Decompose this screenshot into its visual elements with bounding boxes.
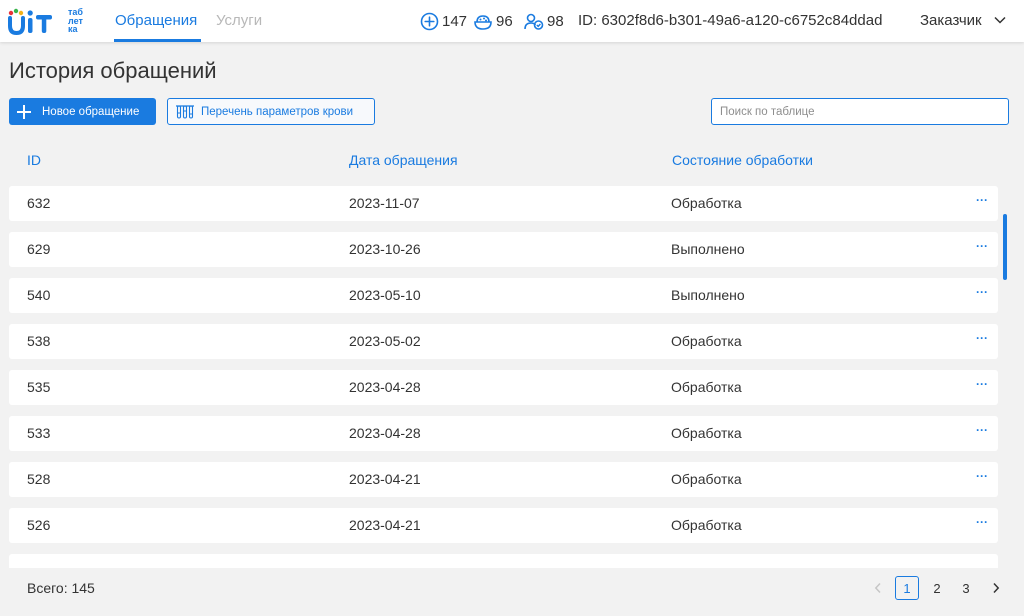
column-header-id[interactable]: ID — [27, 152, 41, 169]
table-row[interactable]: 538 2023-05-02 Обработка ··· — [9, 324, 998, 359]
row-menu-icon[interactable]: ··· — [976, 516, 988, 530]
table-row[interactable] — [9, 554, 998, 568]
cell-id: 538 — [27, 333, 51, 349]
row-menu-icon[interactable]: ··· — [976, 194, 988, 208]
table-row[interactable]: 629 2023-10-26 Выполнено ··· — [9, 232, 998, 267]
table-row[interactable]: 533 2023-04-28 Обработка ··· — [9, 416, 998, 451]
row-menu-icon[interactable]: ··· — [976, 378, 988, 392]
page-button-1[interactable]: 1 — [895, 576, 919, 600]
cell-status: Обработка — [671, 333, 742, 349]
cell-date: 2023-04-21 — [349, 471, 421, 487]
table-scrollbar[interactable] — [1003, 214, 1007, 280]
row-menu-icon[interactable]: ··· — [976, 286, 988, 300]
table-row[interactable]: 632 2023-11-07 Обработка ··· — [9, 186, 998, 221]
table-row[interactable]: 526 2023-04-21 Обработка ··· — [9, 508, 998, 543]
blood-params-label: Перечень параметров крови — [201, 105, 354, 118]
blood-params-button[interactable]: Перечень параметров крови — [167, 98, 375, 125]
test-tubes-icon — [176, 104, 194, 119]
stat-value: 96 — [496, 12, 513, 30]
new-request-label: Новое обращение — [42, 105, 140, 118]
cell-status: Обработка — [671, 517, 742, 533]
cell-date: 2023-05-10 — [349, 287, 421, 303]
cell-id: 535 — [27, 379, 51, 395]
column-header-date[interactable]: Дата обращения — [349, 152, 458, 169]
cell-id: 540 — [27, 287, 51, 303]
cell-status: Обработка — [671, 379, 742, 395]
cell-id: 533 — [27, 425, 51, 441]
table-row[interactable]: 528 2023-04-21 Обработка ··· — [9, 462, 998, 497]
cell-date: 2023-05-02 — [349, 333, 421, 349]
logo-line: ка — [68, 24, 78, 34]
stat-users: 98 — [524, 10, 564, 32]
requests-table-body: 632 2023-11-07 Обработка ··· 629 2023-10… — [9, 186, 999, 568]
column-header-status[interactable]: Состояние обработки — [672, 152, 813, 169]
row-menu-icon[interactable]: ··· — [976, 240, 988, 254]
chevron-right-icon — [993, 582, 1000, 594]
table-search[interactable] — [711, 98, 1009, 125]
chevron-left-icon — [874, 582, 881, 594]
stat-value: 98 — [547, 12, 564, 30]
cell-status: Выполнено — [671, 241, 745, 257]
table-row[interactable]: 540 2023-05-10 Выполнено ··· — [9, 278, 998, 313]
page-button-2[interactable]: 2 — [926, 576, 948, 600]
cell-status: Выполнено — [671, 287, 745, 303]
cell-id: 629 — [27, 241, 51, 257]
cell-status: Обработка — [671, 471, 742, 487]
chevron-down-icon[interactable] — [994, 15, 1006, 25]
cell-date: 2023-11-07 — [349, 195, 420, 211]
users-badge-icon — [524, 13, 544, 30]
role-selector[interactable]: Заказчик — [920, 12, 982, 30]
stat-value: 147 — [442, 12, 468, 30]
next-page-button[interactable] — [986, 576, 1006, 600]
user-id: ID: 6302f8d6-b301-49a6-a120-c6752c84ddad — [578, 12, 883, 29]
cell-id: 526 — [27, 517, 51, 533]
search-input[interactable] — [712, 99, 1008, 124]
active-tab-indicator — [114, 39, 201, 42]
logo[interactable]: таб лет ка — [8, 6, 98, 36]
logo-mark-icon — [8, 8, 52, 36]
cell-date: 2023-04-28 — [349, 425, 421, 441]
stat-bowl: 96 — [473, 10, 513, 32]
plus-circle-icon — [420, 12, 439, 30]
stat-new-requests: 147 — [420, 10, 467, 32]
prev-page-button[interactable] — [868, 576, 888, 600]
cell-date: 2023-10-26 — [349, 241, 421, 257]
row-menu-icon[interactable]: ··· — [976, 332, 988, 346]
page-title: История обращений — [9, 58, 217, 83]
cell-date: 2023-04-21 — [349, 517, 421, 533]
bowl-icon — [474, 14, 492, 30]
cell-id: 528 — [27, 471, 51, 487]
cell-date: 2023-04-28 — [349, 379, 421, 395]
tab-requests[interactable]: Обращения — [115, 12, 197, 30]
top-bar: таб лет ка Обращения Услуги 147 96 98 ID… — [0, 0, 1024, 42]
tab-services[interactable]: Услуги — [216, 12, 262, 30]
logo-wordmark: таб лет ка — [68, 8, 83, 34]
new-request-button[interactable]: Новое обращение — [9, 98, 156, 125]
row-menu-icon[interactable]: ··· — [976, 424, 988, 438]
row-menu-icon[interactable]: ··· — [976, 470, 988, 484]
cell-status: Обработка — [671, 425, 742, 441]
cell-id: 632 — [27, 195, 51, 211]
cell-status: Обработка — [671, 195, 742, 211]
total-count: Всего: 145 — [27, 580, 95, 596]
page-button-3[interactable]: 3 — [955, 576, 977, 600]
table-row[interactable]: 535 2023-04-28 Обработка ··· — [9, 370, 998, 405]
plus-icon — [17, 104, 31, 119]
